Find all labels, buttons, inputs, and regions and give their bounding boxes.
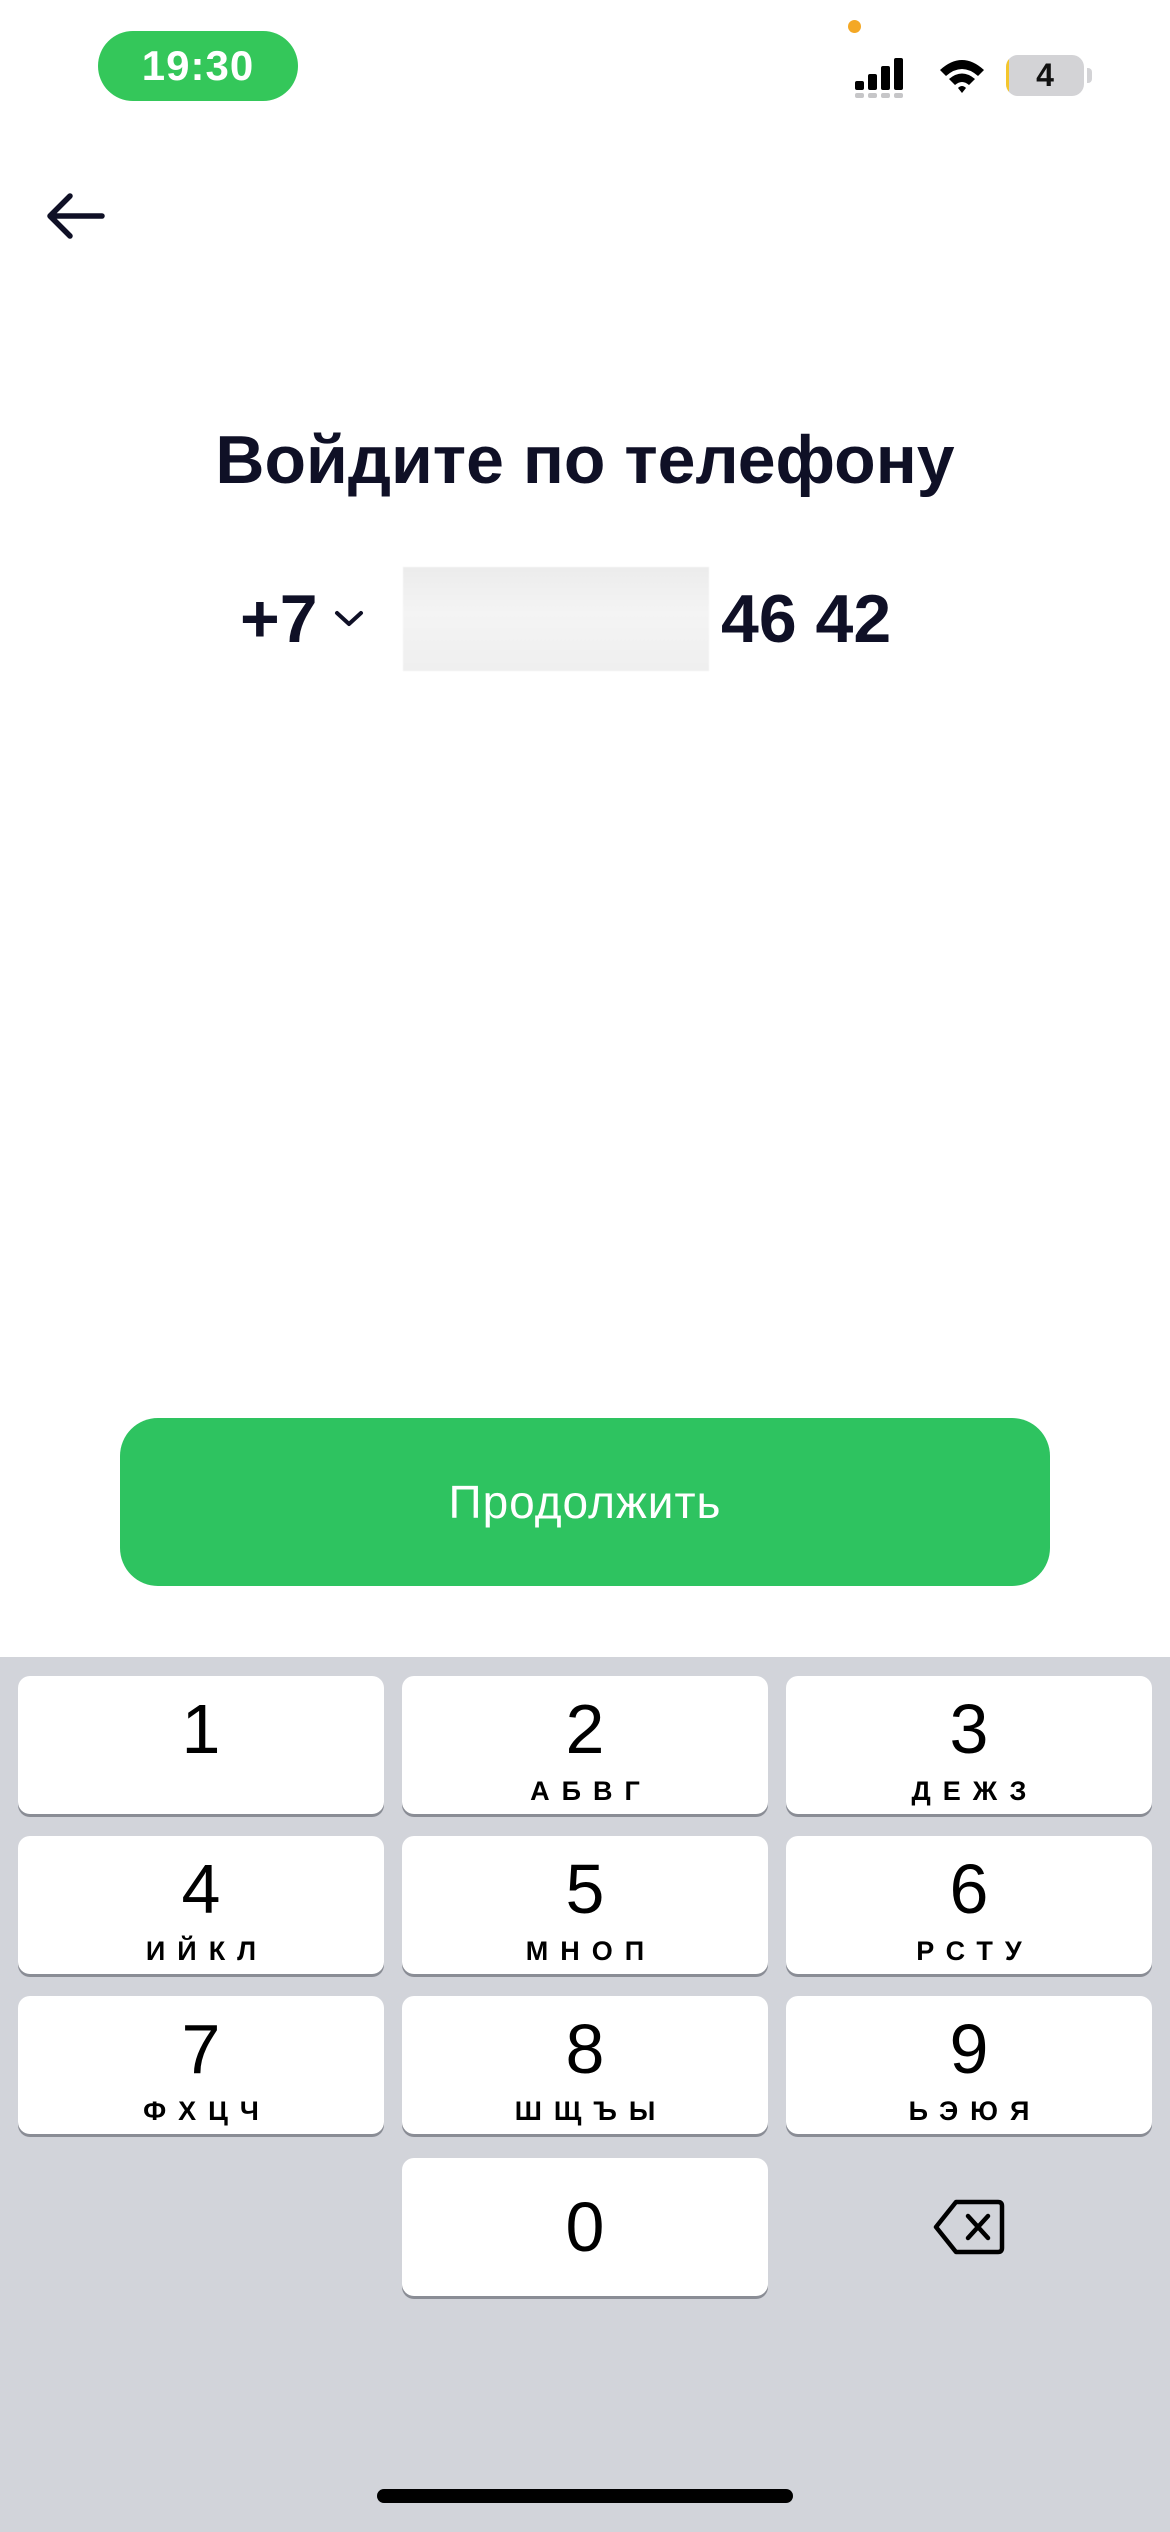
key-1[interactable]: 1 [18, 1676, 384, 1814]
key-digit: 7 [181, 2010, 221, 2088]
key-letters: ФХЦЧ [143, 2096, 271, 2126]
battery-indicator: 4 [1006, 55, 1084, 96]
key-digit: 1 [181, 1690, 221, 1768]
numeric-keyboard: 1 2 АБВГ 3 ДЕЖЗ 4 ИЙКЛ 5 МНОП 6 РСТУ 7 Ф… [0, 1657, 1170, 2532]
phone-entry-row: +7 46 42 [0, 566, 1170, 672]
key-letters: ИЙКЛ [145, 1936, 269, 1966]
key-digit: 6 [949, 1850, 989, 1928]
phone-number-masked-part [403, 567, 709, 671]
battery-level: 4 [1036, 57, 1054, 93]
key-7[interactable]: 7 ФХЦЧ [18, 1996, 384, 2134]
key-letters: РСТУ [916, 1936, 1034, 1966]
key-5[interactable]: 5 МНОП [402, 1836, 768, 1974]
key-digit: 8 [565, 2010, 605, 2088]
key-letters: ДЕЖЗ [911, 1776, 1039, 1806]
key-letters: АБВГ [530, 1776, 652, 1806]
phone-number-input[interactable]: 46 42 [403, 566, 943, 672]
key-3[interactable]: 3 ДЕЖЗ [786, 1676, 1152, 1814]
key-8[interactable]: 8 ШЩЪЫ [402, 1996, 768, 2134]
key-9[interactable]: 9 ЬЭЮЯ [786, 1996, 1152, 2134]
page-title: Войдите по телефону [215, 422, 955, 498]
key-digit: 4 [181, 1850, 221, 1928]
chevron-down-icon [334, 611, 363, 626]
key-digit: 3 [949, 1690, 989, 1768]
wifi-icon [940, 60, 984, 93]
key-letters: ЬЭЮЯ [908, 2096, 1042, 2126]
key-digit: 0 [565, 2188, 605, 2266]
country-code-selector[interactable]: +7 [240, 566, 366, 672]
key-2[interactable]: 2 АБВГ [402, 1676, 768, 1814]
arrow-left-icon [47, 193, 105, 239]
key-digit: 5 [565, 1850, 605, 1928]
country-code-label: +7 [240, 581, 318, 657]
phone-number-visible-part: 46 42 [721, 581, 892, 657]
key-letters: ШЩЪЫ [514, 2096, 668, 2126]
battery-cap [1087, 68, 1092, 83]
continue-button[interactable]: Продолжить [120, 1418, 1050, 1586]
backspace-icon [933, 2199, 1005, 2255]
key-digit: 9 [949, 2010, 989, 2088]
delete-key[interactable] [786, 2158, 1152, 2296]
key-4[interactable]: 4 ИЙКЛ [18, 1836, 384, 1974]
cellular-signal-icon [855, 58, 903, 98]
back-button[interactable] [30, 178, 120, 254]
status-time: 19:30 [98, 31, 298, 101]
key-letters: МНОП [525, 1936, 657, 1966]
key-digit: 2 [565, 1690, 605, 1768]
key-6[interactable]: 6 РСТУ [786, 1836, 1152, 1974]
key-0[interactable]: 0 [402, 2158, 768, 2296]
home-indicator[interactable] [377, 2489, 793, 2503]
privacy-indicator-dot [848, 20, 861, 33]
